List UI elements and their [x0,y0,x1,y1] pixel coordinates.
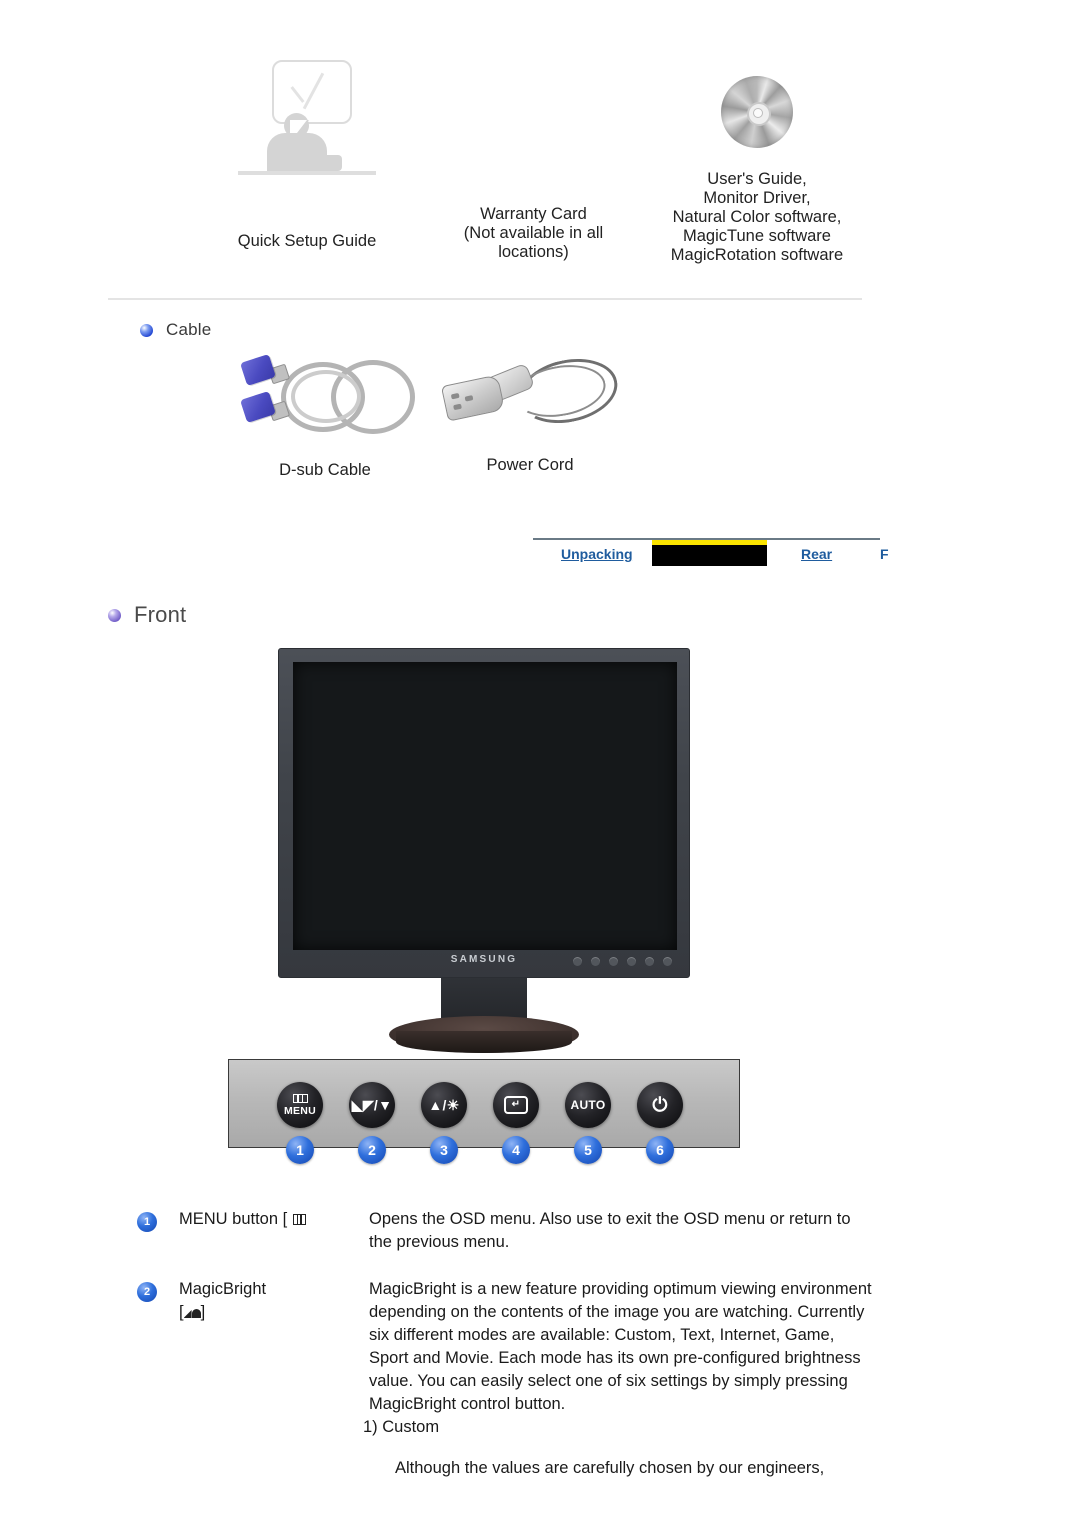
bezel-key-3[interactable] [609,957,618,966]
bezel-key-5[interactable] [645,957,654,966]
description-row-menu: 1 MENU button [ Opens the OSD menu. Also… [137,1208,877,1254]
panel-number-5: 5 [574,1136,602,1164]
monitor-stand-base-shadow [396,1031,572,1053]
cable-caption: Power Cord [486,456,574,474]
description-row-magicbright: 2 MagicBright [] MagicBright is a new fe… [137,1278,877,1480]
cable-section-label: Cable [166,320,212,339]
enter-icon: ↵ [504,1096,528,1114]
panel-button-menu-label: MENU [283,1104,317,1117]
magicbright-down-icon: ◣◤/▼ [351,1097,393,1113]
panel-button-menu[interactable]: MENU [277,1082,323,1128]
cable-section-heading: Cable [140,320,211,340]
panel-button-enter[interactable]: ↵ [493,1082,539,1128]
description-body: Opens the OSD menu. Also use to exit the… [369,1208,877,1254]
bezel-key-6[interactable] [663,957,672,966]
auto-icon: AUTO [570,1098,606,1112]
nav-link-clipped[interactable]: F [880,546,892,562]
cd-disc-icon [721,76,793,148]
description-term-text: MagicBright [179,1280,267,1298]
description-term: MagicBright [] [179,1278,369,1324]
cable-items: D-sub Cable Power Cord [200,350,720,490]
panel-button-magicbright[interactable]: ◣◤/▼ [349,1082,395,1128]
front-section-heading: Front [108,602,186,628]
monitor-bezel-keys[interactable] [573,957,672,966]
panel-number-4: 4 [502,1136,530,1164]
cable-caption: D-sub Cable [279,461,371,479]
up-brightness-icon: ▲/☀ [428,1097,460,1113]
cable-item-dsub: D-sub Cable [230,350,420,480]
menu-icon [292,1214,306,1225]
redaction-box [652,540,767,566]
d-sub-cable-icon [235,350,415,435]
power-cord-icon [440,350,624,434]
panel-number-2: 2 [358,1136,386,1164]
button-description-list: 1 MENU button [ Opens the OSD menu. Also… [137,1208,877,1494]
accessory-software-cd: User's Guide, Monitor Driver, Natural Co… [643,60,871,265]
panel-button-power[interactable]: ⏻ [637,1082,683,1128]
cable-item-power-cord: Power Cord [435,350,625,475]
description-badge: 1 [137,1212,157,1232]
description-list-item: 1) Custom [363,1418,440,1436]
description-paragraph: Opens the OSD menu. Also use to exit the… [369,1210,851,1251]
section-divider [108,298,862,300]
bullet-icon [108,608,121,622]
panel-number-3: 3 [430,1136,458,1164]
bullet-icon [140,323,153,337]
accessory-quick-setup-guide: Quick Setup Guide [202,60,412,251]
panel-number-1: 1 [286,1136,314,1164]
description-badge: 2 [137,1282,157,1302]
bezel-key-4[interactable] [627,957,636,966]
front-section-label: Front [134,602,187,627]
accessory-caption: Quick Setup Guide [237,232,377,250]
menu-icon [292,1093,308,1103]
monitor-screen [293,662,677,950]
description-term-text: MENU button [ [179,1210,288,1228]
nav-link-unpacking[interactable]: Unpacking [561,546,633,562]
description-paragraph-2: Although the values are carefully chosen… [395,1459,825,1477]
description-paragraph: MagicBright is a new feature providing o… [369,1280,872,1413]
accessory-caption: User's Guide, Monitor Driver, Natural Co… [670,170,844,264]
description-body: MagicBright is a new feature providing o… [363,1278,877,1480]
quick-setup-guide-icon [232,60,382,182]
accessory-warranty-card: Warranty Card (Not available in all loca… [426,60,641,262]
page-navigation-strip[interactable]: Unpacking Rear F [533,538,889,572]
magicbright-icon: [] [179,1303,206,1321]
bezel-key-2[interactable] [591,957,600,966]
monitor-front-photo: SAMSUNG [278,648,690,1053]
panel-button-brightness-up[interactable]: ▲/☀ [421,1082,467,1128]
bezel-key-1[interactable] [573,957,582,966]
accessory-caption: Warranty Card (Not available in all loca… [463,205,604,261]
nav-link-rear[interactable]: Rear [801,546,832,562]
accessories-row: Quick Setup Guide Warranty Card (Not ava… [108,60,864,290]
front-control-panel: MENU ◣◤/▼ ▲/☀ ↵ AUTO ⏻ 1 2 3 4 5 6 [228,1059,740,1164]
panel-button-auto[interactable]: AUTO [565,1082,611,1128]
panel-number-6: 6 [646,1136,674,1164]
monitor-bezel [278,648,690,978]
description-term: MENU button [ [179,1208,369,1231]
power-icon: ⏻ [652,1094,668,1116]
